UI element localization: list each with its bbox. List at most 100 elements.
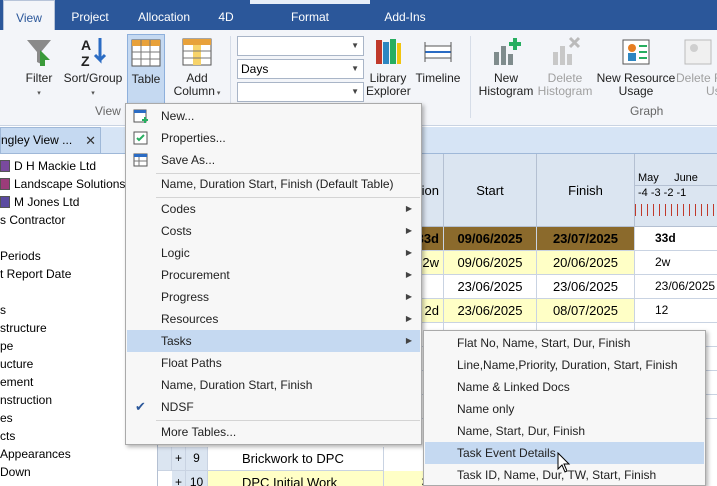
new-histogram-icon: [490, 36, 522, 68]
sort-az-icon: AZ: [77, 36, 109, 69]
menu-item-default-table[interactable]: Name, Duration Start, Finish (Default Ta…: [127, 173, 420, 195]
new-histogram-label-1: New: [493, 71, 518, 85]
timeline-button[interactable]: Timeline: [413, 36, 463, 85]
tree-item[interactable]: cts: [0, 429, 15, 443]
tree-item[interactable]: Appearances: [0, 447, 71, 461]
gantt-cell[interactable]: 33d: [635, 227, 717, 251]
menu-item-progress[interactable]: Progress ▶: [127, 286, 420, 308]
submenu-item[interactable]: Name & Linked Docs: [425, 376, 704, 398]
submenu-item-label: Task Event Details: [457, 446, 556, 460]
tree-item[interactable]: D H Mackie Ltd: [0, 159, 96, 173]
task-start[interactable]: 23/06/2025: [444, 275, 537, 299]
add-column-button[interactable]: Add Column ▾: [170, 36, 224, 100]
gantt-cell[interactable]: 23/06/2025: [635, 275, 717, 299]
filter-button[interactable]: Filter ▾: [16, 36, 62, 100]
new-resource-label-2: Usage: [618, 84, 654, 98]
properties-icon: [133, 130, 149, 146]
close-icon[interactable]: ✕: [85, 128, 96, 153]
submenu-item[interactable]: Flat No, Name, Start, Dur, Finish: [425, 332, 704, 354]
expand-toggle[interactable]: +: [172, 471, 186, 486]
tree-item[interactable]: Periods: [0, 249, 41, 263]
column-header-start[interactable]: Start: [444, 154, 537, 227]
tree-item-label: Landscape Solutions: [14, 177, 126, 191]
delete-resource-usage-button[interactable]: Delete F Us: [676, 36, 717, 98]
task-finish[interactable]: 23/07/2025: [537, 227, 635, 251]
table-button[interactable]: Table: [127, 34, 165, 104]
submenu-arrow-icon: ▶: [405, 204, 412, 213]
panel-tab[interactable]: ngley View ... ✕: [0, 127, 101, 154]
expand-toggle[interactable]: +: [172, 447, 186, 471]
menu-item-name-duration[interactable]: Name, Duration Start, Finish: [127, 374, 420, 396]
menu-item-float-paths[interactable]: Float Paths: [127, 352, 420, 374]
menu-item-logic[interactable]: Logic ▶: [127, 242, 420, 264]
tab-allocation[interactable]: Allocation: [126, 0, 202, 30]
task-finish[interactable]: 08/07/2025: [537, 299, 635, 323]
task-finish[interactable]: 20/06/2025: [537, 251, 635, 275]
tree-item[interactable]: M Jones Ltd: [0, 195, 79, 209]
menu-item-new[interactable]: New...: [127, 105, 420, 127]
task-start[interactable]: 09/06/2025: [444, 227, 537, 251]
ribbon-tab-bar: View Project Allocation 4D Format Add-In…: [0, 0, 717, 30]
submenu-arrow-icon: ▶: [405, 336, 412, 345]
timescale-month-1: May: [638, 172, 659, 184]
task-finish[interactable]: 23/06/2025: [537, 275, 635, 299]
tree-item-label: Appearances: [0, 447, 71, 461]
resource-color-swatch: [0, 178, 10, 190]
resource-usage-icon: [620, 36, 652, 68]
menu-item-properties[interactable]: Properties...: [127, 127, 420, 149]
mouse-cursor-icon: [557, 451, 571, 474]
task-start[interactable]: 09/06/2025: [444, 251, 537, 275]
menu-item-procurement-label: Procurement: [161, 268, 230, 282]
library-explorer-button[interactable]: Library Explorer: [366, 36, 411, 98]
timescale-combo-1[interactable]: ▼: [237, 36, 364, 56]
delete-histogram-button[interactable]: Delete Histogram: [536, 36, 594, 98]
task-name[interactable]: Brickwork to DPC: [208, 447, 384, 471]
column-header-finish[interactable]: Finish: [537, 154, 635, 227]
tab-add-ins[interactable]: Add-Ins: [370, 0, 440, 30]
menu-item-more-tables[interactable]: More Tables...: [127, 421, 420, 443]
timescale-units-combo[interactable]: Days ▼: [237, 59, 364, 79]
tab-4d[interactable]: 4D: [206, 0, 246, 30]
tree-item[interactable]: Down: [0, 465, 31, 479]
tree-item[interactable]: nstruction: [0, 393, 52, 407]
menu-item-codes[interactable]: Codes ▶: [127, 198, 420, 220]
tree-item[interactable]: ement: [0, 375, 33, 389]
menu-item-resources[interactable]: Resources ▶: [127, 308, 420, 330]
tree-item[interactable]: s: [0, 303, 6, 317]
menu-item-costs[interactable]: Costs ▶: [127, 220, 420, 242]
sort-group-button[interactable]: AZ Sort/Group ▾: [62, 36, 124, 100]
delete-histogram-icon: [549, 36, 581, 68]
tree-item[interactable]: structure: [0, 321, 47, 335]
tab-format[interactable]: Format: [270, 0, 350, 30]
tree-item-label: ement: [0, 375, 34, 389]
submenu-item[interactable]: Line,Name,Priority, Duration, Start, Fin…: [425, 354, 704, 376]
menu-item-new-label: New...: [161, 109, 195, 123]
tree-item[interactable]: t Report Date: [0, 267, 71, 281]
delete-resource-usage-icon: [682, 36, 714, 68]
task-name[interactable]: DPC Initial Work: [208, 471, 384, 486]
tree-item[interactable]: s Contractor: [0, 213, 65, 227]
table-dropdown-menu: New... Properties... Save As... Name, Du…: [125, 103, 422, 445]
menu-item-procurement[interactable]: Procurement ▶: [127, 264, 420, 286]
gantt-bar-label: 23/06/2025: [655, 279, 716, 293]
view-group-label: View: [95, 104, 121, 118]
submenu-item[interactable]: Name, Start, Dur, Finish: [425, 420, 704, 442]
tab-project[interactable]: Project: [58, 0, 122, 30]
new-histogram-button[interactable]: New Histogram: [477, 36, 535, 98]
timescale-day-ticks: [635, 204, 717, 216]
tab-view[interactable]: View: [3, 0, 55, 30]
menu-item-save-as[interactable]: Save As...: [127, 149, 420, 171]
menu-item-float-paths-label: Float Paths: [161, 356, 222, 370]
menu-item-tasks[interactable]: Tasks ▶: [127, 330, 420, 352]
submenu-item[interactable]: Name only: [425, 398, 704, 420]
new-resource-usage-button[interactable]: New Resource Usage: [596, 36, 676, 98]
gantt-cell[interactable]: 12: [635, 299, 717, 323]
menu-item-ndsf[interactable]: ✔ NDSF: [127, 396, 420, 418]
tree-item[interactable]: pe: [0, 339, 13, 353]
task-start[interactable]: 23/06/2025: [444, 299, 537, 323]
timescale-combo-3[interactable]: ▼: [237, 82, 364, 102]
tree-item[interactable]: es: [0, 411, 13, 425]
tree-item[interactable]: ucture: [0, 357, 33, 371]
gantt-cell[interactable]: 2w: [635, 251, 717, 275]
tree-item[interactable]: Landscape Solutions: [0, 177, 125, 191]
